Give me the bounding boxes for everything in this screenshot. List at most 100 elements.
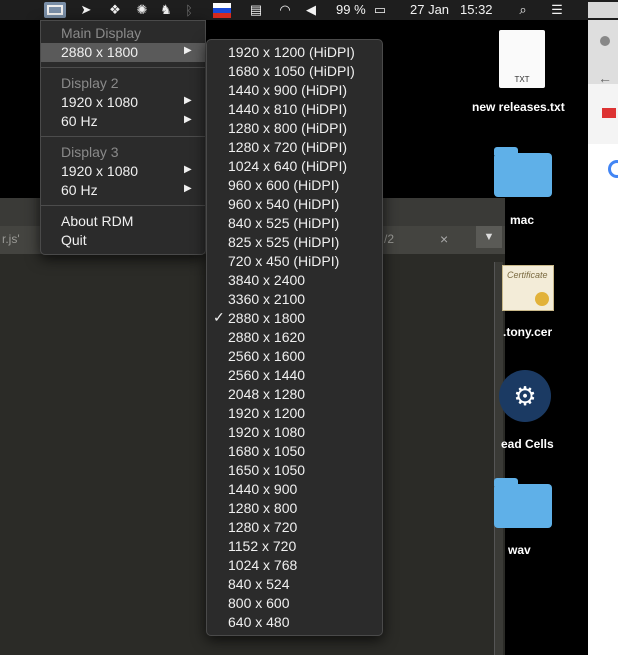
resolution-label: 2560 x 1440 — [228, 367, 306, 383]
resolution-item[interactable]: 1024 x 640 (HiDPI) — [207, 157, 382, 176]
resolution-label: 1650 x 1050 — [228, 462, 306, 478]
menu-separator — [41, 67, 205, 68]
resolution-label: 1280 x 720 (HiDPI) — [228, 139, 348, 155]
resolution-item[interactable]: 1680 x 1050 — [207, 442, 382, 461]
submenu-arrow-icon: ▶ — [184, 164, 192, 175]
editor-scrollbar[interactable] — [494, 262, 503, 655]
resolution-item[interactable]: 1440 x 810 (HiDPI) — [207, 100, 382, 119]
app-label-dead-cells[interactable]: ead Cells — [501, 437, 554, 451]
resolution-item[interactable]: 1280 x 800 — [207, 499, 382, 518]
location-icon[interactable]: ➤ — [78, 2, 94, 18]
folder-icon[interactable] — [494, 147, 552, 197]
resolution-label: 960 x 600 (HiDPI) — [228, 177, 340, 193]
control-center-icon[interactable]: ☰ — [548, 2, 566, 18]
main-display-header: Main Display — [61, 25, 142, 41]
wifi-icon[interactable]: ◠ — [276, 2, 294, 18]
resolution-item[interactable]: 1280 x 720 (HiDPI) — [207, 138, 382, 157]
battery-icon[interactable]: ▭ — [369, 2, 391, 18]
resolution-item[interactable]: 1024 x 768 — [207, 556, 382, 575]
bluetooth-icon[interactable]: ᛒ — [183, 2, 195, 18]
resolution-item[interactable]: 1680 x 1050 (HiDPI) — [207, 62, 382, 81]
certificate-file-icon[interactable]: Certificate — [502, 265, 554, 311]
resolution-item[interactable]: 800 x 600 — [207, 594, 382, 613]
display2-refresh-item[interactable]: 60 Hz ▶ — [41, 112, 205, 131]
about-rdm-item[interactable]: About RDM — [41, 212, 205, 231]
flag-icon[interactable] — [212, 2, 232, 18]
resolution-item[interactable]: 1152 x 720 — [207, 537, 382, 556]
file-label-cert[interactable]: .tony.cer — [503, 325, 552, 339]
resolution-label: 1024 x 640 (HiDPI) — [228, 158, 348, 174]
resolution-item[interactable]: 1440 x 900 — [207, 480, 382, 499]
tab-overflow-chevron-icon[interactable]: ▼ — [476, 226, 502, 248]
file-label-new-releases[interactable]: new releases.txt — [472, 100, 565, 114]
display3-resolution-item[interactable]: 1920 x 1080 ▶ — [41, 162, 205, 181]
resolution-label: 1440 x 810 (HiDPI) — [228, 101, 348, 117]
folder-label-wav[interactable]: wav — [508, 543, 531, 557]
resolution-item[interactable]: 2560 x 1440 — [207, 366, 382, 385]
resolution-item[interactable]: 960 x 600 (HiDPI) — [207, 176, 382, 195]
resolution-item[interactable]: 2048 x 1280 — [207, 385, 382, 404]
resolution-label: 1280 x 800 (HiDPI) — [228, 120, 348, 136]
checkmark-icon: ✓ — [213, 309, 225, 325]
resolution-label: 800 x 600 — [228, 595, 290, 611]
editor-tab-left[interactable]: r.js' — [2, 232, 20, 246]
resolution-label: 2880 x 1800 — [228, 310, 306, 326]
time-text[interactable]: 15:32 — [460, 2, 493, 17]
resolution-item[interactable]: 1920 x 1200 (HiDPI) — [207, 43, 382, 62]
display2-header: Display 2 — [61, 75, 119, 91]
resolution-label: 1920 x 1080 — [228, 424, 306, 440]
resolution-label: 1280 x 720 — [228, 519, 298, 535]
resolution-item[interactable]: 640 x 480 — [207, 613, 382, 632]
text-file-icon[interactable]: TXT — [499, 30, 545, 88]
submenu-arrow-icon: ▶ — [184, 45, 192, 56]
display3-refresh-item[interactable]: 60 Hz ▶ — [41, 181, 205, 200]
resolution-label: 1920 x 1200 — [228, 405, 306, 421]
rdm-icon[interactable] — [44, 2, 66, 18]
resolution-label: 3360 x 2100 — [228, 291, 306, 307]
evernote-icon[interactable]: ♞ — [159, 2, 173, 18]
browser-toolbar: ← — [588, 20, 618, 86]
display2-resolution-item[interactable]: 1920 x 1080 ▶ — [41, 93, 205, 112]
resolution-label: 1680 x 1050 — [228, 443, 306, 459]
resolution-item[interactable]: 1920 x 1080 — [207, 423, 382, 442]
resolution-item[interactable]: 1920 x 1200 — [207, 404, 382, 423]
quit-item[interactable]: Quit — [41, 231, 205, 250]
folder-icon[interactable] — [494, 478, 552, 528]
resolution-item[interactable]: 2880 x 1620 — [207, 328, 382, 347]
certificate-badge: Certificate — [507, 270, 548, 280]
steam-app-icon[interactable]: ⚙ — [499, 370, 551, 422]
resolution-item[interactable]: 3840 x 2400 — [207, 271, 382, 290]
window-control-icon[interactable] — [600, 36, 610, 46]
resolution-submenu: 1920 x 1200 (HiDPI) 1680 x 1050 (HiDPI) 14… — [206, 39, 383, 636]
resolution-item[interactable]: 840 x 525 (HiDPI) — [207, 214, 382, 233]
date-text[interactable]: 27 Jan — [410, 2, 449, 17]
resolution-item[interactable]: 825 x 525 (HiDPI) — [207, 233, 382, 252]
search-icon[interactable]: ⌕ — [515, 2, 531, 18]
resolution-label: 1280 x 800 — [228, 500, 298, 516]
keyboard-icon[interactable]: ▤ — [246, 2, 266, 18]
resolution-label: 1152 x 720 — [228, 538, 297, 554]
resolution-item[interactable]: 1280 x 720 — [207, 518, 382, 537]
volume-icon[interactable]: ◀ — [303, 2, 319, 18]
resolution-label: 1024 x 768 — [228, 557, 298, 573]
main-resolution-item[interactable]: 2880 x 1800 ▶ — [41, 43, 205, 62]
folder-label-mac[interactable]: mac — [510, 213, 534, 227]
close-tab-icon[interactable]: × — [440, 231, 448, 247]
resolution-item[interactable]: 840 x 524 — [207, 575, 382, 594]
dropbox-icon[interactable]: ❖ — [106, 2, 124, 18]
editor-tab-right[interactable]: /2 — [384, 232, 394, 246]
resolution-item[interactable]: 1280 x 800 (HiDPI) — [207, 119, 382, 138]
resolution-label: 720 x 450 (HiDPI) — [228, 253, 340, 269]
resolution-item[interactable]: 720 x 450 (HiDPI) — [207, 252, 382, 271]
menu-separator — [41, 136, 205, 137]
resolution-item[interactable]: 2560 x 1600 — [207, 347, 382, 366]
resolution-item[interactable]: ✓ 2880 x 1800 — [207, 309, 382, 328]
resolution-item[interactable]: 3360 x 2100 — [207, 290, 382, 309]
extension-icon[interactable]: ✺ — [133, 2, 151, 18]
gmail-icon[interactable] — [602, 108, 616, 118]
resolution-item[interactable]: 960 x 540 (HiDPI) — [207, 195, 382, 214]
resolution-label: 2560 x 1600 — [228, 348, 306, 364]
resolution-item[interactable]: 1650 x 1050 — [207, 461, 382, 480]
resolution-item[interactable]: 1440 x 900 (HiDPI) — [207, 81, 382, 100]
battery-percent: 99 % — [336, 2, 366, 17]
